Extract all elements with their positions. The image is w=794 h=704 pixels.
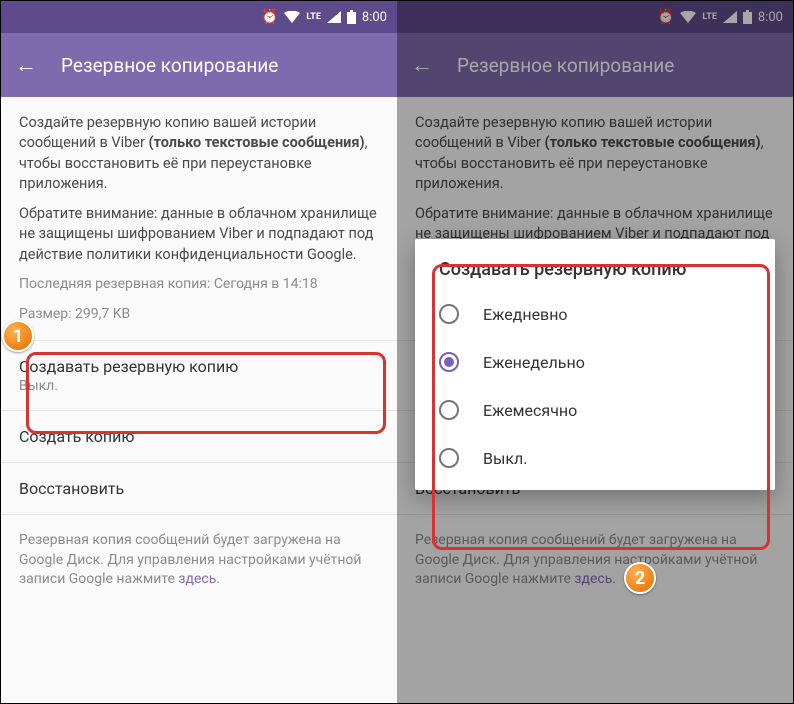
radio-icon: [439, 304, 459, 324]
footer-link[interactable]: здесь: [574, 571, 612, 587]
schedule-dialog: Создавать резервную копию Ежедневно Ежен…: [415, 239, 775, 490]
footer-text: Резервная копия сообщений будет загружен…: [415, 532, 758, 587]
app-bar: ← Резервное копирование: [1, 33, 397, 97]
signal-icon: [723, 11, 737, 23]
radio-option-weekly[interactable]: Еженедельно: [423, 338, 767, 386]
radio-icon: [439, 352, 459, 372]
radio-label: Ежемесячно: [483, 401, 577, 420]
app-bar: ← Резервное копирование: [397, 33, 793, 97]
radio-option-off[interactable]: Выкл.: [423, 434, 767, 482]
schedule-sub: Выкл.: [19, 378, 379, 394]
schedule-backup-item[interactable]: Создавать резервную копию Выкл.: [1, 340, 397, 410]
screen-left: ⏰ LTE 8:00 ← Резервное копирование Созда…: [1, 1, 397, 703]
desc-bold: (только текстовые сообщения): [545, 134, 761, 151]
status-bar: ⏰ LTE 8:00: [1, 1, 397, 33]
radio-icon: [439, 400, 459, 420]
dialog-title: Создавать резервную копию: [423, 259, 767, 290]
lte-icon: LTE: [306, 12, 321, 22]
clock: 8:00: [362, 10, 387, 25]
annotation-badge-1: 1: [2, 320, 34, 352]
battery-icon: [347, 10, 356, 24]
clock: 8:00: [758, 10, 783, 25]
footer-dot: .: [216, 571, 220, 587]
footer-note: Резервная копия сообщений будет загружен…: [1, 514, 397, 606]
radio-option-monthly[interactable]: Ежемесячно: [423, 386, 767, 434]
footer-link[interactable]: здесь: [178, 571, 216, 587]
screen-right: ⏰ LTE 8:00 ← Резервное копирование Созда…: [397, 1, 793, 703]
back-arrow-icon[interactable]: ←: [411, 52, 433, 78]
restore-label: Восстановить: [19, 479, 379, 498]
lte-icon: LTE: [702, 12, 717, 22]
desc-text-1: Создайте резервную копию вашей истории с…: [415, 114, 712, 151]
radio-label: Еженедельно: [483, 353, 585, 372]
desc-text-3: Обратите внимание: данные в облачном хра…: [19, 204, 379, 265]
wifi-icon: [680, 11, 696, 23]
page-title: Резервное копирование: [61, 54, 278, 77]
restore-item[interactable]: Восстановить: [1, 462, 397, 514]
battery-icon: [743, 10, 752, 24]
backup-size: Размер: 299,7 KB: [19, 305, 379, 325]
annotation-badge-2: 2: [624, 562, 656, 594]
alarm-icon: ⏰: [657, 9, 674, 25]
schedule-label: Создавать резервную копию: [19, 357, 379, 376]
description-block: Создайте резервную копию вашей истории с…: [1, 97, 397, 340]
radio-label: Выкл.: [483, 449, 528, 468]
wifi-icon: [284, 11, 300, 23]
create-backup-item[interactable]: Создать копию: [1, 410, 397, 462]
signal-icon: [327, 11, 341, 23]
last-backup: Последняя резервная копия: Сегодня в 14:…: [19, 275, 379, 295]
footer-dot: .: [612, 571, 616, 587]
footer-note: Резервная копия сообщений будет загружен…: [397, 514, 793, 606]
create-now-label: Создать копию: [19, 427, 379, 446]
radio-label: Ежедневно: [483, 305, 568, 324]
radio-option-daily[interactable]: Ежедневно: [423, 290, 767, 338]
desc-text-2: , чтобы восстановить её при переустановк…: [415, 134, 763, 192]
desc-bold: (только текстовые сообщения): [149, 134, 365, 151]
radio-icon: [439, 448, 459, 468]
status-bar: ⏰ LTE 8:00: [397, 1, 793, 33]
back-arrow-icon[interactable]: ←: [15, 52, 37, 78]
alarm-icon: ⏰: [261, 9, 278, 25]
page-title: Резервное копирование: [457, 54, 674, 77]
